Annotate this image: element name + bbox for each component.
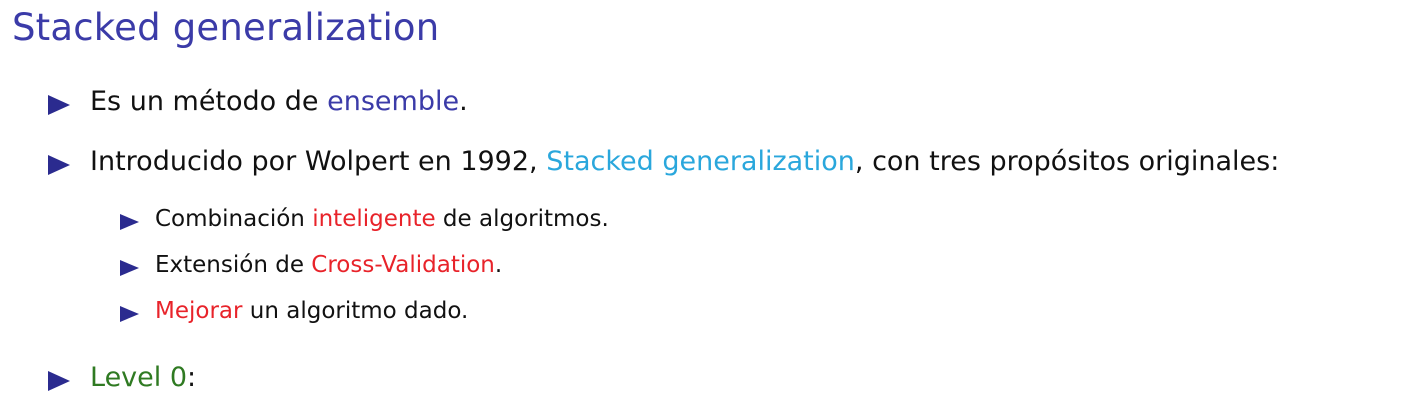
term-stacked-generalization: Stacked generalization xyxy=(546,146,855,177)
bullet-item-wolpert: Introducido por Wolpert en 1992, Stacked… xyxy=(48,146,1408,186)
bullet-text: Introducido por Wolpert en 1992, Stacked… xyxy=(90,146,1279,177)
bullet-text: Es un método de ensemble. xyxy=(90,86,468,117)
term-mejorar: Mejorar xyxy=(155,298,243,324)
sub-bullet-item-mejorar: Mejorar un algoritmo dado. xyxy=(120,298,1380,332)
bullet-text: Level 0: xyxy=(90,362,196,393)
text-segment: . xyxy=(459,86,468,117)
text-segment: . xyxy=(494,252,503,278)
bullet-text: Extensión de Cross-Validation. xyxy=(155,252,502,278)
bullet-triangle-icon xyxy=(120,214,139,230)
text-segment: Introducido por Wolpert en 1992, xyxy=(90,146,547,177)
bullet-item-ensemble: Es un método de ensemble. xyxy=(48,86,1408,126)
text-segment: , con tres propósitos originales: xyxy=(854,146,1280,177)
term-level-0: Level 0 xyxy=(90,362,188,393)
text-segment: Combinación xyxy=(155,206,313,232)
text-segment: : xyxy=(187,362,197,393)
text-segment: un algoritmo dado. xyxy=(242,298,469,324)
text-segment: Extensión de xyxy=(155,252,312,278)
bullet-triangle-icon xyxy=(120,260,139,276)
bullet-item-level-0: Level 0: xyxy=(48,362,1408,402)
text-segment: de algoritmos. xyxy=(435,206,609,232)
sub-bullet-item-cross-validation: Extensión de Cross-Validation. xyxy=(120,252,1380,286)
text-segment: Es un método de xyxy=(90,86,328,117)
sub-bullet-item-combinacion: Combinación inteligente de algoritmos. xyxy=(120,206,1380,240)
bullet-text: Combinación inteligente de algoritmos. xyxy=(155,206,609,232)
bullet-text: Mejorar un algoritmo dado. xyxy=(155,298,468,324)
slide-title: Stacked generalization xyxy=(12,6,440,49)
bullet-triangle-icon xyxy=(48,371,70,391)
term-ensemble: ensemble xyxy=(327,86,460,117)
bullet-triangle-icon xyxy=(120,306,139,322)
bullet-triangle-icon xyxy=(48,95,70,115)
bullet-triangle-icon xyxy=(48,155,70,175)
term-inteligente: inteligente xyxy=(312,206,436,232)
term-cross-validation: Cross-Validation xyxy=(311,252,495,278)
